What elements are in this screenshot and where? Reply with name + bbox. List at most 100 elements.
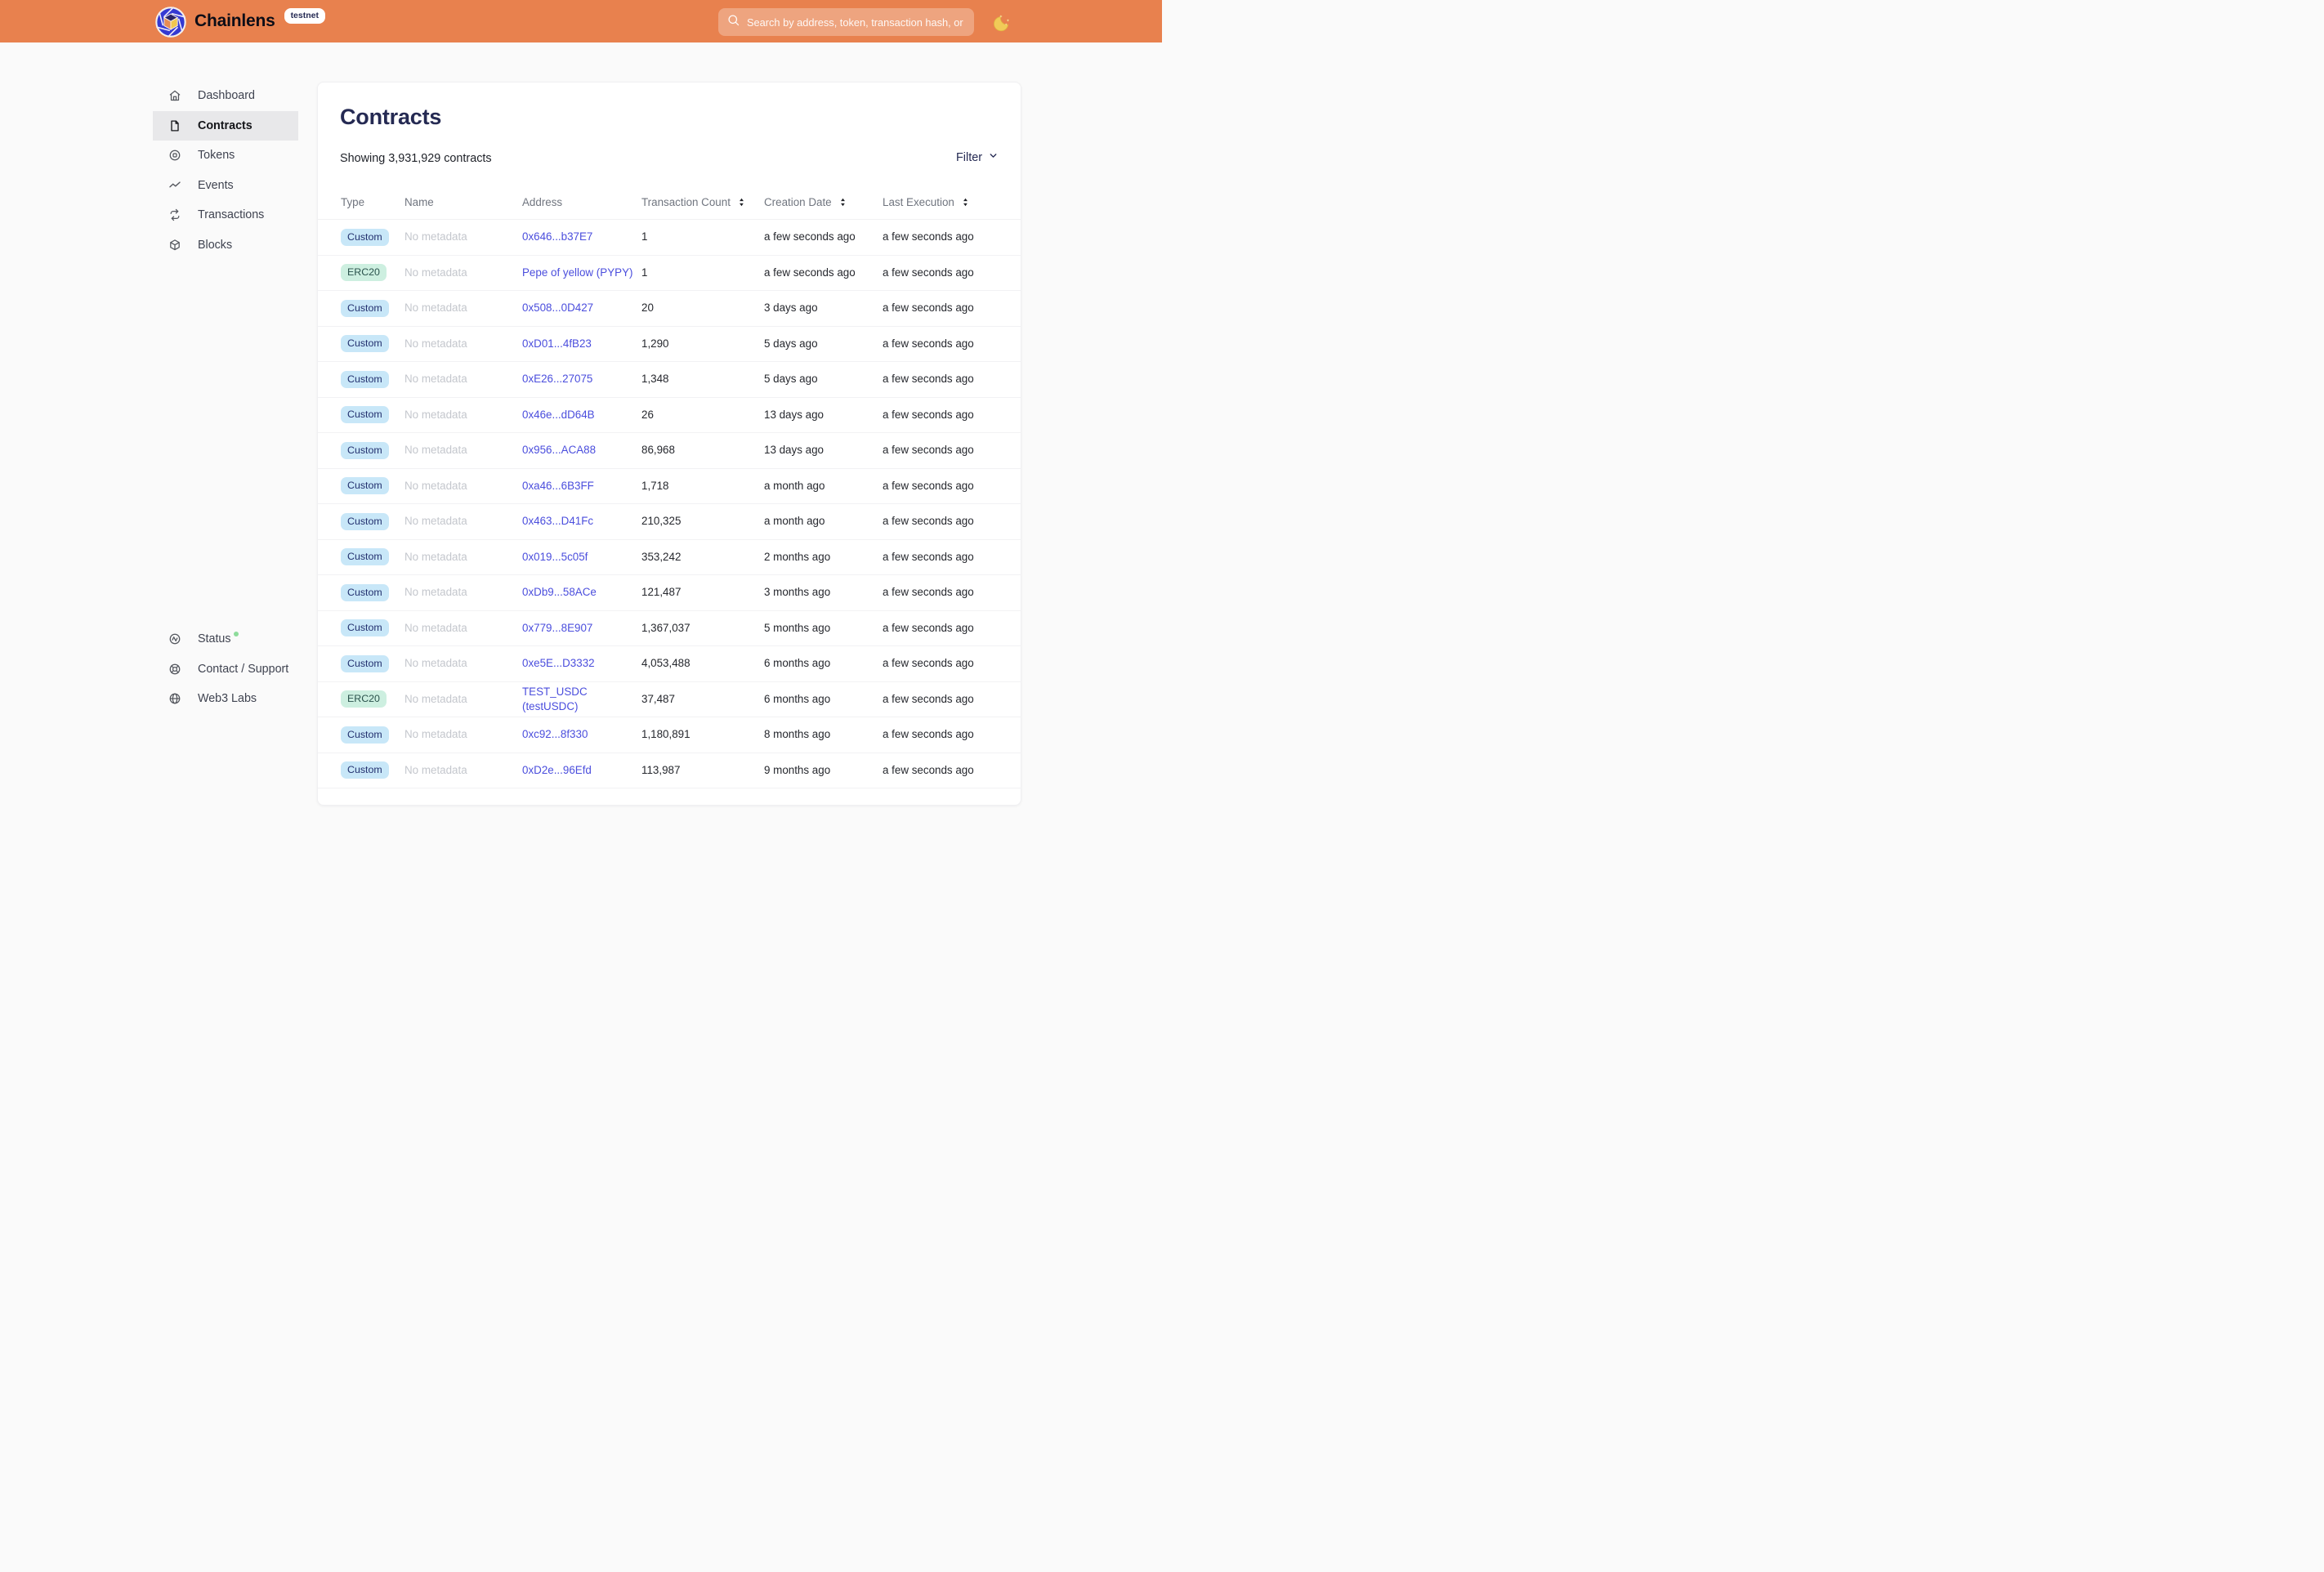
transaction-count: 1,718 [641,479,669,492]
last-execution: a few seconds ago [883,373,974,386]
sidebar-item-tokens[interactable]: Tokens [153,141,298,171]
contract-address-link[interactable]: 0x956...ACA88 [522,444,596,456]
sidebar-item-contracts[interactable]: Contracts [153,110,298,141]
transaction-count: 26 [641,408,654,421]
sidebar-item-status[interactable]: Status [153,624,298,654]
sidebar-item-label: Status [198,632,231,646]
search-box[interactable] [718,8,974,36]
name-cell: No metadata [404,727,522,742]
creation-date-cell: 13 days ago [764,443,883,458]
transaction-count-cell: 4,053,488 [641,656,764,671]
transaction-count: 4,053,488 [641,657,690,670]
type-cell: Custom [341,654,404,672]
contract-address-link[interactable]: TEST_USDC (testUSDC) [522,686,588,712]
theme-toggle-button[interactable] [994,12,1013,32]
search-input[interactable] [747,16,966,29]
contract-address-link[interactable]: 0xD2e...96Efd [522,764,592,776]
sort-icon[interactable] [962,197,969,208]
column-header-transaction-count[interactable]: Transaction Count [641,196,764,208]
contract-address-link[interactable]: Pepe of yellow (PYPY) [522,266,632,279]
type-badge: Custom [341,335,389,353]
creation-date-cell: 13 days ago [764,408,883,422]
last-execution-cell: a few seconds ago [883,763,1021,778]
last-execution-cell: a few seconds ago [883,266,1021,280]
contract-address-link[interactable]: 0xE26...27075 [522,373,592,385]
address-cell: 0xD01...4fB23 [522,337,641,351]
sidebar-item-label: Contact / Support [198,662,289,676]
sidebar-item-web3-labs[interactable]: Web3 Labs [153,684,298,714]
creation-date: 13 days ago [764,408,824,421]
transaction-count-cell: 26 [641,408,764,422]
sidebar-item-contact-support[interactable]: Contact / Support [153,654,298,685]
creation-date-cell: 3 months ago [764,585,883,600]
address-cell: 0x019...5c05f [522,550,641,565]
last-execution: a few seconds ago [883,621,974,634]
creation-date: a month ago [764,479,825,492]
last-execution-cell: a few seconds ago [883,550,1021,565]
transaction-count-cell: 20 [641,301,764,315]
contract-name: No metadata [404,657,467,670]
contract-address-link[interactable]: 0xa46...6B3FF [522,480,594,492]
transaction-count: 353,242 [641,550,682,563]
moon-icon [994,15,1013,34]
contract-name: No metadata [404,763,467,776]
address-cell: 0xc92...8f330 [522,727,641,742]
table-row: ERC20 No metadata TEST_USDC (testUSDC) 37,4… [318,682,1021,717]
table-row: Custom No metadata 0x463...D41Fc 210,325 a m… [318,504,1021,540]
contracts-card: Contracts Showing 3,931,929 contracts Fi… [317,82,1021,806]
status-online-dot [233,632,239,637]
column-header-type: Type [341,196,404,208]
type-cell: ERC20 [341,690,404,708]
transaction-count: 37,487 [641,692,675,705]
last-execution-cell: a few seconds ago [883,727,1021,742]
transaction-count-cell: 113,987 [641,763,764,778]
name-cell: No metadata [404,301,522,315]
contract-address-link[interactable]: 0xD01...4fB23 [522,337,592,350]
home-icon [168,89,181,102]
creation-date-cell: a month ago [764,514,883,529]
type-badge: Custom [341,654,389,672]
sidebar-item-label: Contracts [198,118,253,132]
sidebar-item-transactions[interactable]: Transactions [153,200,298,230]
contract-address-link[interactable]: 0xc92...8f330 [522,728,588,740]
contract-address-link[interactable]: 0x779...8E907 [522,622,592,634]
contract-address-link[interactable]: 0x508...0D427 [522,301,593,314]
name-cell: No metadata [404,550,522,565]
table-row: Custom No metadata 0xe5E...D3332 4,053,488 6… [318,646,1021,682]
column-header-last-execution[interactable]: Last Execution [883,196,1021,208]
sidebar-item-blocks[interactable]: Blocks [153,230,298,261]
address-cell: 0xa46...6B3FF [522,479,641,493]
contract-address-link[interactable]: 0xDb9...58ACe [522,586,597,598]
creation-date: a month ago [764,515,825,528]
contract-name: No metadata [404,550,467,563]
name-cell: No metadata [404,479,522,493]
sort-icon[interactable] [738,197,745,208]
name-cell: No metadata [404,372,522,386]
sidebar-item-events[interactable]: Events [153,171,298,201]
contract-address-link[interactable]: 0x646...b37E7 [522,230,592,243]
contract-name: No metadata [404,621,467,634]
contract-address-link[interactable]: 0xe5E...D3332 [522,657,595,669]
contract-address-link[interactable]: 0x019...5c05f [522,551,588,563]
type-cell: Custom [341,761,404,779]
search-icon [726,13,740,31]
brand[interactable]: Chainlens testnet [155,0,325,42]
type-cell: Custom [341,370,404,388]
filter-button[interactable]: Filter [956,150,999,164]
transaction-count-cell: 1,180,891 [641,727,764,742]
contract-address-link[interactable]: 0x46e...dD64B [522,409,595,421]
table-row: Custom No metadata 0xa46...6B3FF 1,718 a mon… [318,469,1021,504]
contract-address-link[interactable]: 0x463...D41Fc [522,515,593,527]
sidebar-item-dashboard[interactable]: Dashboard [153,81,298,111]
last-execution-cell: a few seconds ago [883,408,1021,422]
creation-date: 3 months ago [764,586,831,599]
transaction-count: 20 [641,301,654,315]
sidebar-item-label: Tokens [198,149,235,163]
last-execution-cell: a few seconds ago [883,443,1021,458]
last-execution-cell: a few seconds ago [883,301,1021,315]
table-body: Custom No metadata 0x646...b37E7 1 a few sec… [318,220,1021,788]
column-header-creation-date[interactable]: Creation Date [764,196,883,208]
type-badge: Custom [341,548,389,566]
sort-icon[interactable] [839,197,847,208]
last-execution-cell: a few seconds ago [883,585,1021,600]
